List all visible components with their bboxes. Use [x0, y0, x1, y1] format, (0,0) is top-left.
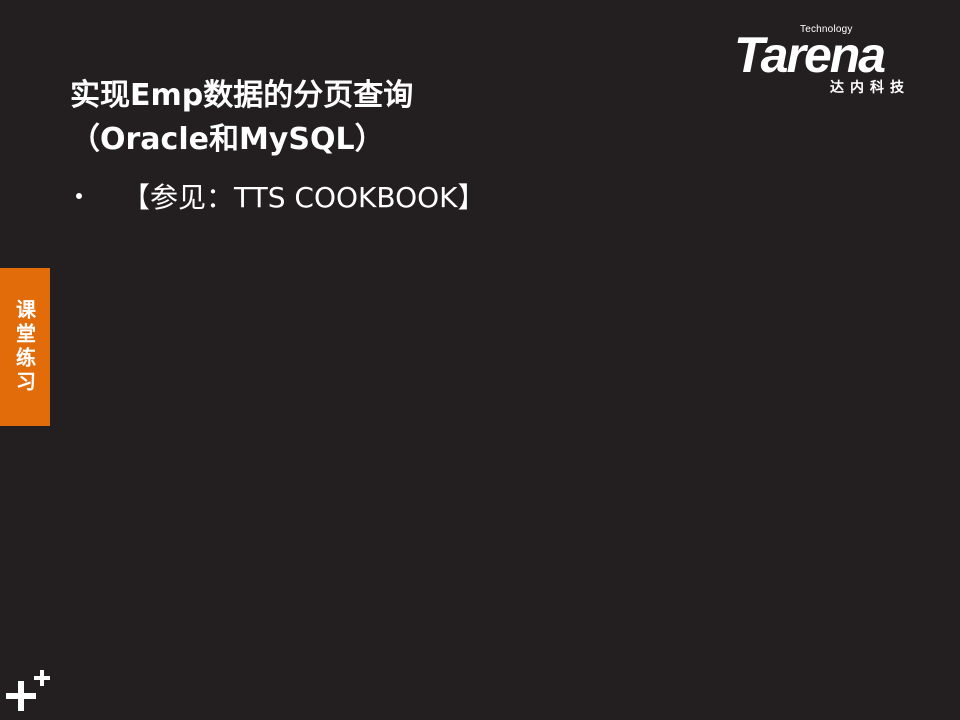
bullet-item: 【参见：TTS COOKBOOK】 [72, 176, 486, 216]
logo-wordmark: Tarena [734, 27, 886, 83]
logo-chinese-name: 达内科技 [830, 80, 910, 96]
bullet-list: 【参见：TTS COOKBOOK】 [72, 176, 486, 216]
slide-title-line-2: （Oracle和MySQL） [70, 122, 385, 157]
classroom-exercise-tab: 课堂练习 [0, 268, 50, 426]
plus-icon [6, 670, 50, 711]
bullet-dot-icon [76, 193, 82, 199]
bullet-text: 【参见：TTS COOKBOOK】 [122, 181, 486, 214]
slide-title: 实现Emp数据的分页查询 （Oracle和MySQL） [70, 74, 413, 162]
slide-title-line-1: 实现Emp数据的分页查询 [70, 78, 414, 113]
tarena-logo: Technology Tarena 达内科技 [734, 24, 934, 96]
side-tab-label: 课堂练习 [12, 299, 37, 395]
